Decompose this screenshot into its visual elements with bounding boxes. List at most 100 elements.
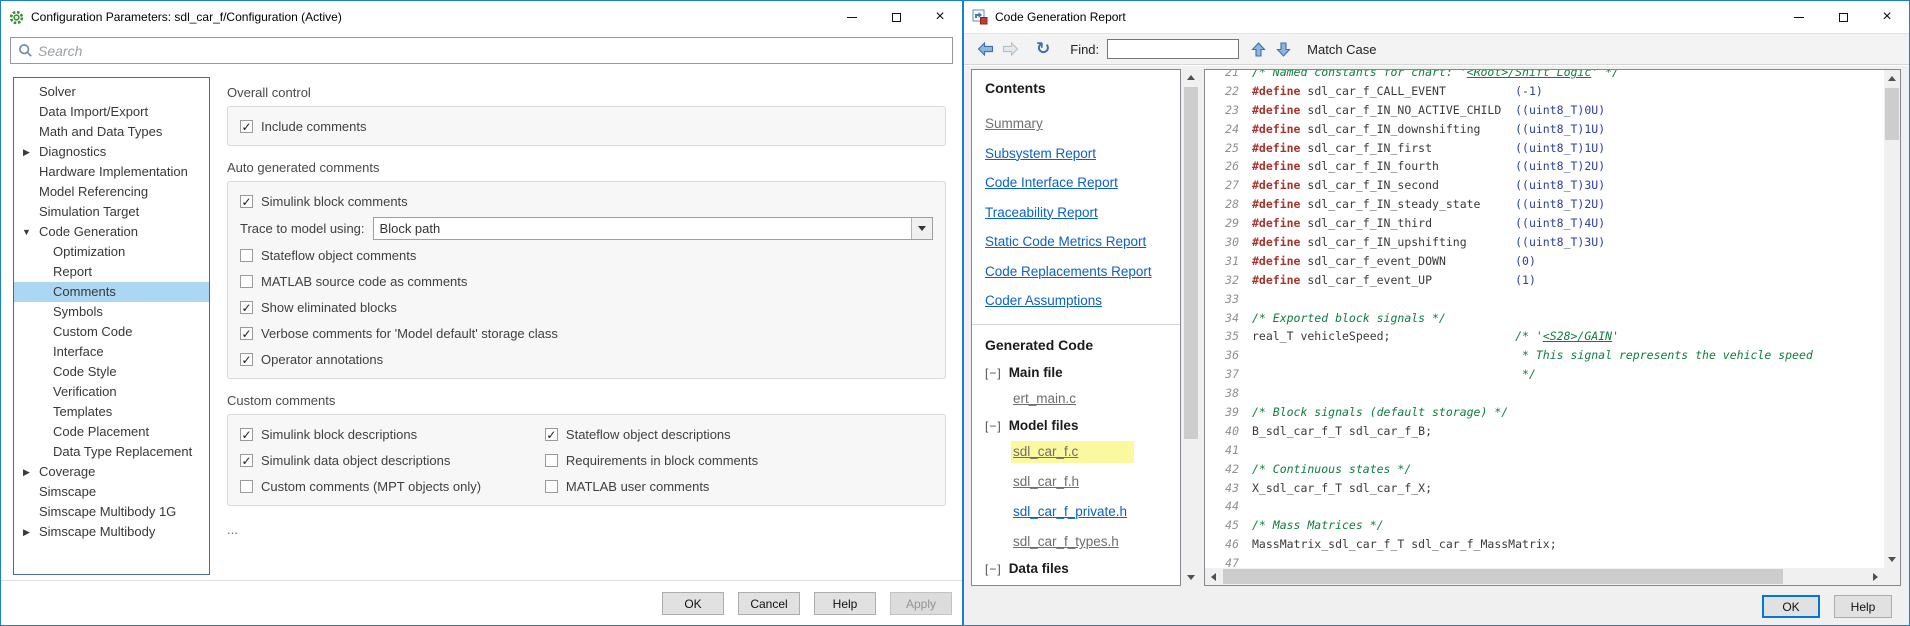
file-link-sdl-car-f-h[interactable]: sdl_car_f.h xyxy=(1011,471,1085,493)
code-vertical-scrollbar[interactable] xyxy=(1884,70,1900,568)
checkbox-simulink-data-object-descriptions[interactable]: ✓ xyxy=(240,454,253,467)
title-bar[interactable]: Code Generation Report × xyxy=(964,1,1909,33)
apply-button[interactable]: Apply xyxy=(890,592,952,615)
tree-item-data-import-export[interactable]: Data Import/Export xyxy=(14,102,209,122)
file-link-sdl-car-f-c[interactable]: sdl_car_f.c xyxy=(1011,441,1134,463)
file-link-ert-main-c[interactable]: ert_main.c xyxy=(1011,388,1082,410)
tree-item-verification[interactable]: Verification xyxy=(14,382,209,402)
tree-item-simscape-multibody[interactable]: ▶Simscape Multibody xyxy=(14,522,209,542)
maximize-button[interactable] xyxy=(1821,1,1865,33)
trace-to-model-combobox[interactable]: Block path xyxy=(373,217,933,240)
scroll-up-arrow[interactable] xyxy=(1183,69,1199,86)
refresh-button[interactable]: ↻ xyxy=(1036,39,1050,59)
ok-button-report[interactable]: OK xyxy=(1762,595,1820,618)
checkbox-requirements-in-block-comments[interactable] xyxy=(545,454,558,467)
checkbox-stateflow-object-descriptions[interactable]: ✓ xyxy=(545,428,558,441)
tree-item-simulation-target[interactable]: Simulation Target xyxy=(14,202,209,222)
minimize-button[interactable] xyxy=(1777,1,1821,33)
contents-link-coder-assumptions[interactable]: Coder Assumptions xyxy=(985,291,1102,310)
collapse-expander-icon[interactable]: [−] xyxy=(985,419,1002,433)
tree-item-templates[interactable]: Templates xyxy=(14,402,209,422)
code-generation-report-window: Code Generation Report × ↻ Find: xyxy=(963,0,1910,626)
chevron-expanded-icon[interactable]: ▼ xyxy=(20,222,33,242)
tree-item-optimization[interactable]: Optimization xyxy=(14,242,209,262)
contents-link-traceability-report[interactable]: Traceability Report xyxy=(985,203,1098,222)
help-button-report[interactable]: Help xyxy=(1834,595,1892,618)
tree-item-simscape[interactable]: Simscape xyxy=(14,482,209,502)
navigation-scrollbar[interactable] xyxy=(1183,69,1199,586)
checkbox-show-eliminated-blocks[interactable]: ✓ xyxy=(240,301,253,314)
tree-item-hardware-implementation[interactable]: Hardware Implementation xyxy=(14,162,209,182)
checkbox-matlab-source-code-as-comments[interactable] xyxy=(240,275,253,288)
code-segment: #define xyxy=(1252,235,1300,249)
help-button[interactable]: Help xyxy=(814,592,876,615)
cancel-button[interactable]: Cancel xyxy=(738,592,800,615)
find-previous-button[interactable] xyxy=(1251,41,1266,58)
title-bar[interactable]: Configuration Parameters: sdl_car_f/Conf… xyxy=(1,1,962,33)
minimize-button[interactable] xyxy=(830,1,874,33)
close-button[interactable]: × xyxy=(1865,1,1909,33)
ok-button[interactable]: OK xyxy=(662,592,724,615)
code-trace-link[interactable]: <S28>/GAIN xyxy=(1543,329,1612,343)
chevron-down-icon[interactable] xyxy=(911,218,932,239)
scrollbar-thumb[interactable] xyxy=(1885,88,1899,140)
back-button[interactable] xyxy=(976,41,995,57)
tree-item-model-referencing[interactable]: Model Referencing xyxy=(14,182,209,202)
checkbox-simulink-block-descriptions[interactable]: ✓ xyxy=(240,428,253,441)
tree-item-report[interactable]: Report xyxy=(14,262,209,282)
tree-item-interface[interactable]: Interface xyxy=(14,342,209,362)
maximize-button[interactable] xyxy=(874,1,918,33)
contents-link-summary[interactable]: Summary xyxy=(985,114,1043,133)
close-icon: × xyxy=(1882,9,1891,25)
chevron-collapsed-icon[interactable]: ▶ xyxy=(20,522,33,542)
scroll-up-arrow[interactable] xyxy=(1884,70,1900,87)
tree-item-math-and-data-types[interactable]: Math and Data Types xyxy=(14,122,209,142)
scroll-down-arrow[interactable] xyxy=(1183,569,1199,586)
contents-link-code-interface-report[interactable]: Code Interface Report xyxy=(985,173,1118,192)
checkbox-stateflow-object-comments[interactable] xyxy=(240,249,253,262)
more-options-ellipsis[interactable]: ... xyxy=(227,522,946,537)
chevron-collapsed-icon[interactable]: ▶ xyxy=(20,142,33,162)
line-number: 44 xyxy=(1215,497,1239,516)
find-input[interactable] xyxy=(1107,39,1239,59)
checkbox-matlab-user-comments[interactable] xyxy=(545,480,558,493)
match-case-option[interactable]: Match Case xyxy=(1307,42,1376,57)
collapse-expander-icon[interactable]: [−] xyxy=(985,366,1002,380)
contents-link-code-replacements-report[interactable]: Code Replacements Report xyxy=(985,262,1152,281)
scrollbar-thumb[interactable] xyxy=(1223,569,1783,584)
scroll-left-arrow[interactable] xyxy=(1205,568,1222,585)
tree-item-code-generation[interactable]: ▼ Code Generation xyxy=(14,222,209,242)
checkbox-include-comments[interactable]: ✓ xyxy=(240,120,253,133)
checkbox-operator-annotations[interactable]: ✓ xyxy=(240,353,253,366)
search-input[interactable] xyxy=(38,40,952,62)
close-button[interactable]: × xyxy=(918,1,962,33)
scroll-down-arrow[interactable] xyxy=(1884,551,1900,568)
tree-item-symbols[interactable]: Symbols xyxy=(14,302,209,322)
tree-item-code-style[interactable]: Code Style xyxy=(14,362,209,382)
tree-item-coverage[interactable]: ▶Coverage xyxy=(14,462,209,482)
collapse-expander-icon[interactable]: [−] xyxy=(985,562,1002,576)
checkbox-verbose-comments-for-model-default-storage-class[interactable]: ✓ xyxy=(240,327,253,340)
scroll-right-arrow[interactable] xyxy=(1867,568,1884,585)
file-link-sdl-car-f-private-h[interactable]: sdl_car_f_private.h xyxy=(1011,501,1133,523)
contents-link-static-code-metrics-report[interactable]: Static Code Metrics Report xyxy=(985,232,1146,251)
tree-item-data-type-replacement[interactable]: Data Type Replacement xyxy=(14,442,209,462)
code-trace-link[interactable]: <Root>/Shift Logic xyxy=(1467,70,1592,79)
checkbox-custom-comments-mpt-objects-only[interactable] xyxy=(240,480,253,493)
tree-item-comments[interactable]: Comments xyxy=(14,282,209,302)
tree-item-code-placement[interactable]: Code Placement xyxy=(14,422,209,442)
find-next-button[interactable] xyxy=(1276,41,1291,58)
tree-item-simscape-multibody-1g[interactable]: Simscape Multibody 1G xyxy=(14,502,209,522)
tree-item-label: Code Generation xyxy=(39,222,138,242)
chevron-collapsed-icon[interactable]: ▶ xyxy=(20,462,33,482)
code-horizontal-scrollbar[interactable] xyxy=(1205,568,1884,585)
tree-item-diagnostics[interactable]: ▶Diagnostics xyxy=(14,142,209,162)
checkbox-simulink-block-comments[interactable]: ✓ xyxy=(240,195,253,208)
scrollbar-thumb[interactable] xyxy=(1184,87,1198,439)
code-line: 29#define sdl_car_f_IN_third ((uint8_T)4… xyxy=(1215,214,1884,233)
tree-item-solver[interactable]: Solver xyxy=(14,82,209,102)
file-link-sdl-car-f-types-h[interactable]: sdl_car_f_types.h xyxy=(1011,531,1125,553)
forward-button[interactable] xyxy=(1001,41,1020,57)
contents-link-subsystem-report[interactable]: Subsystem Report xyxy=(985,144,1096,163)
tree-item-custom-code[interactable]: Custom Code xyxy=(14,322,209,342)
